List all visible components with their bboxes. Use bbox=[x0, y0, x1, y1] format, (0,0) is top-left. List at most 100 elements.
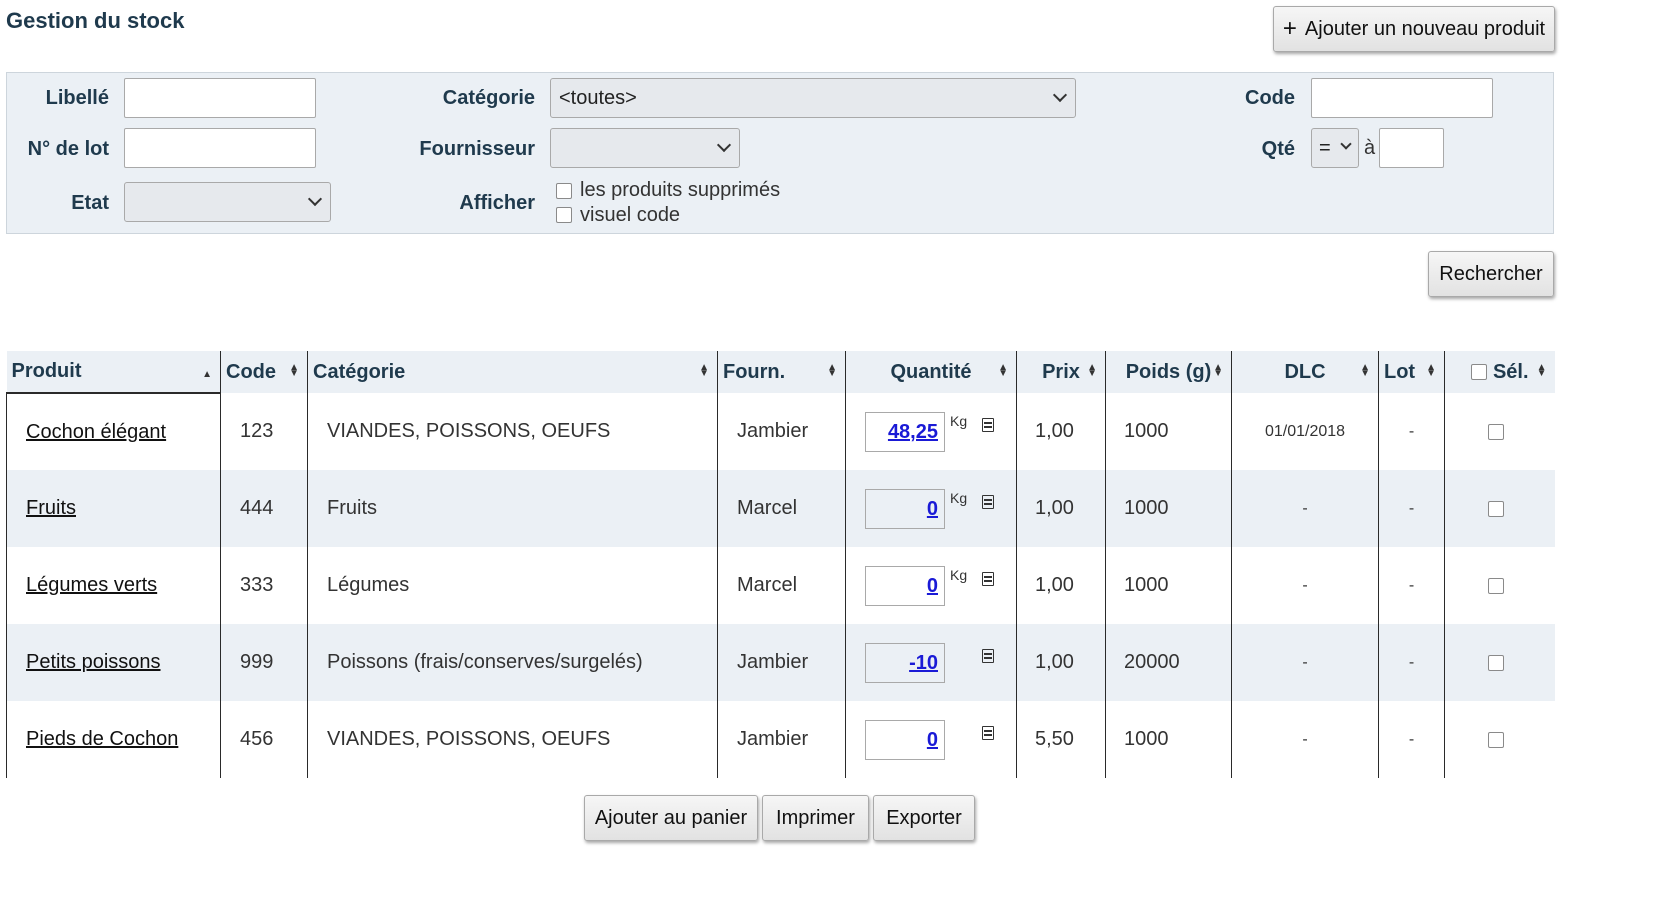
categorie-select-value: <toutes> bbox=[559, 86, 637, 109]
row-select-checkbox[interactable] bbox=[1487, 731, 1504, 748]
quantity-field[interactable]: 0 bbox=[865, 720, 945, 760]
product-price: 1,00 bbox=[1016, 470, 1106, 547]
sort-icon: ▲ ▼ bbox=[827, 362, 837, 379]
list-icon[interactable] bbox=[982, 726, 994, 740]
print-button[interactable]: Imprimer bbox=[762, 795, 869, 841]
product-price: 5,50 bbox=[1016, 701, 1106, 778]
col-header-dlc-label: DLC bbox=[1284, 360, 1326, 383]
sort-icon: ▲ ▼ bbox=[289, 362, 299, 379]
add-to-cart-button[interactable]: Ajouter au panier bbox=[584, 795, 758, 841]
col-header-fourn[interactable]: Fourn. ▲ ▼ bbox=[717, 351, 846, 393]
etat-label: Etat bbox=[71, 192, 109, 214]
filter-panel: Libellé N° de lot Etat Catégorie <toutes… bbox=[6, 72, 1554, 234]
col-header-categorie[interactable]: Catégorie ▲ ▼ bbox=[307, 351, 718, 393]
product-supplier: Jambier bbox=[717, 624, 846, 701]
sort-asc-icon: ▲ bbox=[202, 369, 212, 380]
product-weight: 1000 bbox=[1105, 701, 1232, 778]
row-select-checkbox[interactable] bbox=[1487, 654, 1504, 671]
product-category: VIANDES, POISSONS, OEUFS bbox=[307, 701, 718, 778]
col-header-prix[interactable]: Prix ▲ ▼ bbox=[1016, 351, 1106, 393]
categorie-label: Catégorie bbox=[442, 87, 535, 109]
product-weight: 1000 bbox=[1105, 470, 1232, 547]
show-deleted-checkbox[interactable] bbox=[556, 183, 572, 199]
table-row: Cochon élégant 123 VIANDES, POISSONS, OE… bbox=[6, 393, 1555, 470]
chevron-down-icon bbox=[716, 137, 732, 153]
plus-icon: + bbox=[1282, 15, 1297, 42]
product-supplier: Marcel bbox=[717, 470, 846, 547]
table-row: Fruits 444 Fruits Marcel 0 Kg 1,00 1000 … bbox=[6, 470, 1555, 547]
show-code-visual-checkbox[interactable] bbox=[556, 207, 572, 223]
libelle-label: Libellé bbox=[45, 87, 109, 109]
table-row: Pieds de Cochon 456 VIANDES, POISSONS, O… bbox=[6, 701, 1555, 778]
col-header-quantite-label: Quantité bbox=[890, 360, 972, 383]
col-header-code[interactable]: Code ▲ ▼ bbox=[220, 351, 308, 393]
product-code: 999 bbox=[220, 624, 308, 701]
chevron-down-icon bbox=[1052, 87, 1068, 103]
table-header-row: Produit ▲ Code ▲ ▼ Catégorie ▲ ▼ Fourn. ▲ ▼ Qua… bbox=[6, 351, 1555, 394]
product-dlc: - bbox=[1231, 547, 1379, 624]
categorie-select[interactable]: <toutes> bbox=[550, 78, 1076, 118]
col-header-lot[interactable]: Lot ▲ ▼ bbox=[1378, 351, 1445, 393]
quantity-field[interactable]: 0 bbox=[865, 489, 945, 529]
product-dlc: - bbox=[1231, 701, 1379, 778]
col-header-poids[interactable]: Poids (g) ▲ ▼ bbox=[1105, 351, 1232, 393]
product-lot: - bbox=[1378, 701, 1445, 778]
lot-label: N° de lot bbox=[27, 138, 109, 160]
product-lot: - bbox=[1378, 624, 1445, 701]
col-header-code-label: Code bbox=[226, 360, 276, 383]
fournisseur-label: Fournisseur bbox=[419, 138, 535, 160]
sort-icon: ▲ ▼ bbox=[1360, 362, 1370, 379]
col-header-produit[interactable]: Produit ▲ bbox=[6, 351, 221, 394]
col-header-fourn-label: Fourn. bbox=[723, 360, 786, 383]
product-lot: - bbox=[1378, 470, 1445, 547]
col-header-categorie-label: Catégorie bbox=[313, 360, 406, 383]
list-icon[interactable] bbox=[982, 649, 994, 663]
quantity-field[interactable]: -10 bbox=[865, 643, 945, 683]
col-header-quantite[interactable]: Quantité ▲ ▼ bbox=[845, 351, 1017, 393]
fournisseur-select[interactable] bbox=[550, 128, 740, 168]
table-row: Légumes verts 333 Légumes Marcel 0 Kg 1,… bbox=[6, 547, 1555, 624]
show-code-visual-label: visuel code bbox=[580, 204, 681, 226]
sort-icon: ▲ ▼ bbox=[1213, 362, 1223, 379]
product-link[interactable]: Pieds de Cochon bbox=[26, 728, 178, 750]
add-product-button[interactable]: + Ajouter un nouveau produit bbox=[1273, 6, 1555, 52]
code-input[interactable] bbox=[1311, 78, 1493, 118]
sort-icon: ▲ ▼ bbox=[1087, 362, 1097, 379]
list-icon[interactable] bbox=[982, 418, 994, 432]
quantity-field[interactable]: 48,25 bbox=[865, 412, 945, 452]
row-select-checkbox[interactable] bbox=[1487, 577, 1504, 594]
quantity-field[interactable]: 0 bbox=[865, 566, 945, 606]
select-all-checkbox[interactable] bbox=[1470, 363, 1487, 380]
product-link[interactable]: Petits poissons bbox=[26, 651, 161, 673]
product-link[interactable]: Légumes verts bbox=[26, 574, 157, 596]
product-link[interactable]: Fruits bbox=[26, 497, 76, 519]
quantity-unit: Kg bbox=[950, 490, 968, 506]
col-header-dlc[interactable]: DLC ▲ ▼ bbox=[1231, 351, 1379, 393]
product-code: 444 bbox=[220, 470, 308, 547]
stock-table: Produit ▲ Code ▲ ▼ Catégorie ▲ ▼ Fourn. ▲ ▼ Qua… bbox=[6, 351, 1555, 778]
export-button[interactable]: Exporter bbox=[873, 795, 975, 841]
col-header-sel[interactable]: Sél. ▲ ▼ bbox=[1444, 351, 1555, 393]
quantity-unit: Kg bbox=[950, 413, 968, 429]
libelle-input[interactable] bbox=[124, 78, 316, 118]
product-link[interactable]: Cochon élégant bbox=[26, 421, 166, 443]
lot-input[interactable] bbox=[124, 128, 316, 168]
product-supplier: Jambier bbox=[717, 393, 846, 470]
product-dlc: 01/01/2018 bbox=[1231, 393, 1379, 470]
col-header-lot-label: Lot bbox=[1384, 360, 1416, 383]
row-select-checkbox[interactable] bbox=[1487, 423, 1504, 440]
list-icon[interactable] bbox=[982, 495, 994, 509]
etat-select[interactable] bbox=[124, 182, 331, 222]
sort-icon: ▲ ▼ bbox=[1536, 362, 1547, 379]
product-category: Légumes bbox=[307, 547, 718, 624]
product-dlc: - bbox=[1231, 624, 1379, 701]
product-dlc: - bbox=[1231, 470, 1379, 547]
list-icon[interactable] bbox=[982, 572, 994, 586]
row-select-checkbox[interactable] bbox=[1487, 500, 1504, 517]
show-deleted-label: les produits supprimés bbox=[580, 179, 781, 201]
search-button[interactable]: Rechercher bbox=[1428, 251, 1554, 297]
product-category: Poissons (frais/conserves/surgelés) bbox=[307, 624, 718, 701]
qte-operator-select[interactable]: = bbox=[1311, 128, 1359, 168]
col-header-produit-label: Produit bbox=[11, 360, 82, 382]
qte-input[interactable] bbox=[1379, 128, 1444, 168]
